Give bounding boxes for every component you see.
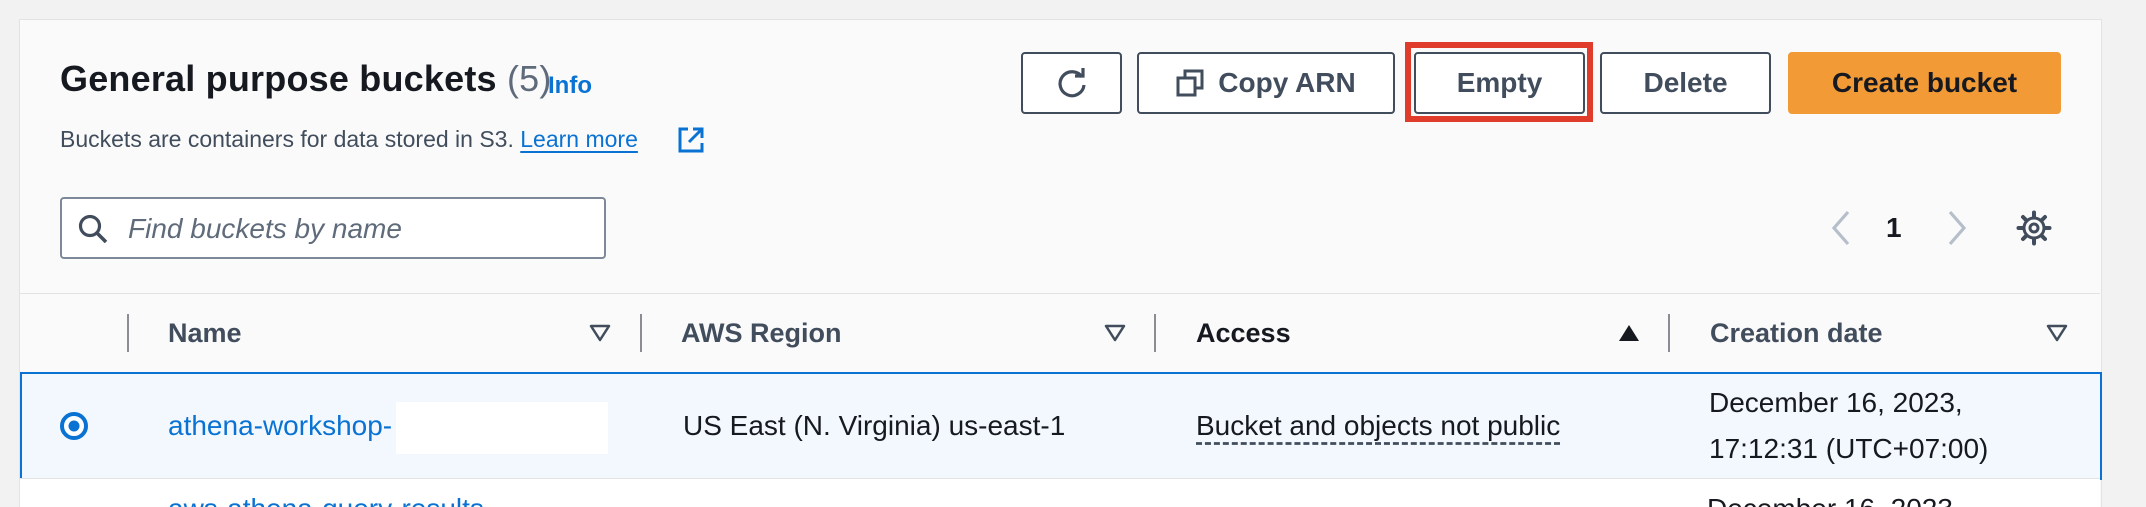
copy-icon (1176, 69, 1204, 97)
bucket-region: US East (N. Virginia) us-east-1 (683, 410, 1066, 441)
page-title: General purpose buckets (5) (60, 58, 552, 100)
delete-button[interactable]: Delete (1600, 52, 1771, 114)
column-header-creation-date[interactable]: Creation date (1710, 318, 1883, 349)
copy-arn-button[interactable]: Copy ARN (1137, 52, 1395, 114)
current-page-number[interactable]: 1 (1886, 212, 1902, 244)
column-separator[interactable] (1154, 314, 1156, 352)
bucket-name-link[interactable]: athena-workshop- (168, 410, 392, 442)
next-page-icon[interactable] (1940, 208, 1972, 248)
create-bucket-button[interactable]: Create bucket (1788, 52, 2061, 114)
description: Buckets are containers for data stored i… (60, 126, 638, 153)
bucket-access[interactable]: Bucket and objects not public (1196, 410, 1560, 442)
refresh-icon (1057, 68, 1086, 98)
sort-down-icon[interactable] (589, 324, 611, 342)
column-header-region[interactable]: AWS Region (681, 318, 842, 349)
bucket-count: (5) (506, 58, 552, 99)
sort-down-icon[interactable] (1104, 324, 1126, 342)
column-separator[interactable] (1668, 314, 1670, 352)
title-text: General purpose buckets (60, 58, 497, 99)
bucket-creation-date: December 16, 2023, 17:12:31 (UTC+07:00) (1709, 380, 1988, 472)
external-link-icon[interactable] (676, 125, 706, 155)
creation-time-line: 17:12:31 (UTC+07:00) (1709, 433, 1989, 464)
sort-down-icon[interactable] (2046, 324, 2068, 342)
redacted-name-part (396, 402, 608, 454)
info-link[interactable]: Info (548, 72, 592, 100)
table-row[interactable]: aws-athena-query-results- December 16, 2… (20, 478, 2100, 507)
bucket-creation-date: December 16, 2023, (1707, 493, 1961, 507)
column-separator (127, 314, 129, 352)
refresh-button[interactable] (1021, 52, 1122, 114)
bucket-name-link[interactable]: aws-athena-query-results- (168, 493, 493, 507)
search-icon (78, 214, 108, 244)
learn-more-link[interactable]: Learn more (520, 126, 638, 152)
sort-up-icon[interactable] (1618, 324, 1640, 342)
creation-date-line: December 16, 2023, (1709, 387, 1963, 418)
search-box[interactable] (60, 197, 606, 259)
description-text: Buckets are containers for data stored i… (60, 126, 514, 152)
column-separator[interactable] (640, 314, 642, 352)
column-header-name[interactable]: Name (168, 318, 242, 349)
table-header: Name AWS Region Access Creation date (20, 293, 2100, 372)
search-input[interactable] (126, 205, 590, 253)
previous-page-icon[interactable] (1826, 208, 1858, 248)
radio-selected-icon[interactable] (60, 412, 88, 440)
highlight-box (1405, 42, 1593, 122)
column-header-access[interactable]: Access (1196, 318, 1291, 349)
gear-icon[interactable] (2016, 210, 2052, 246)
copy-arn-label: Copy ARN (1218, 67, 1356, 98)
table-row[interactable]: athena-workshop- US East (N. Virginia) u… (20, 372, 2102, 480)
